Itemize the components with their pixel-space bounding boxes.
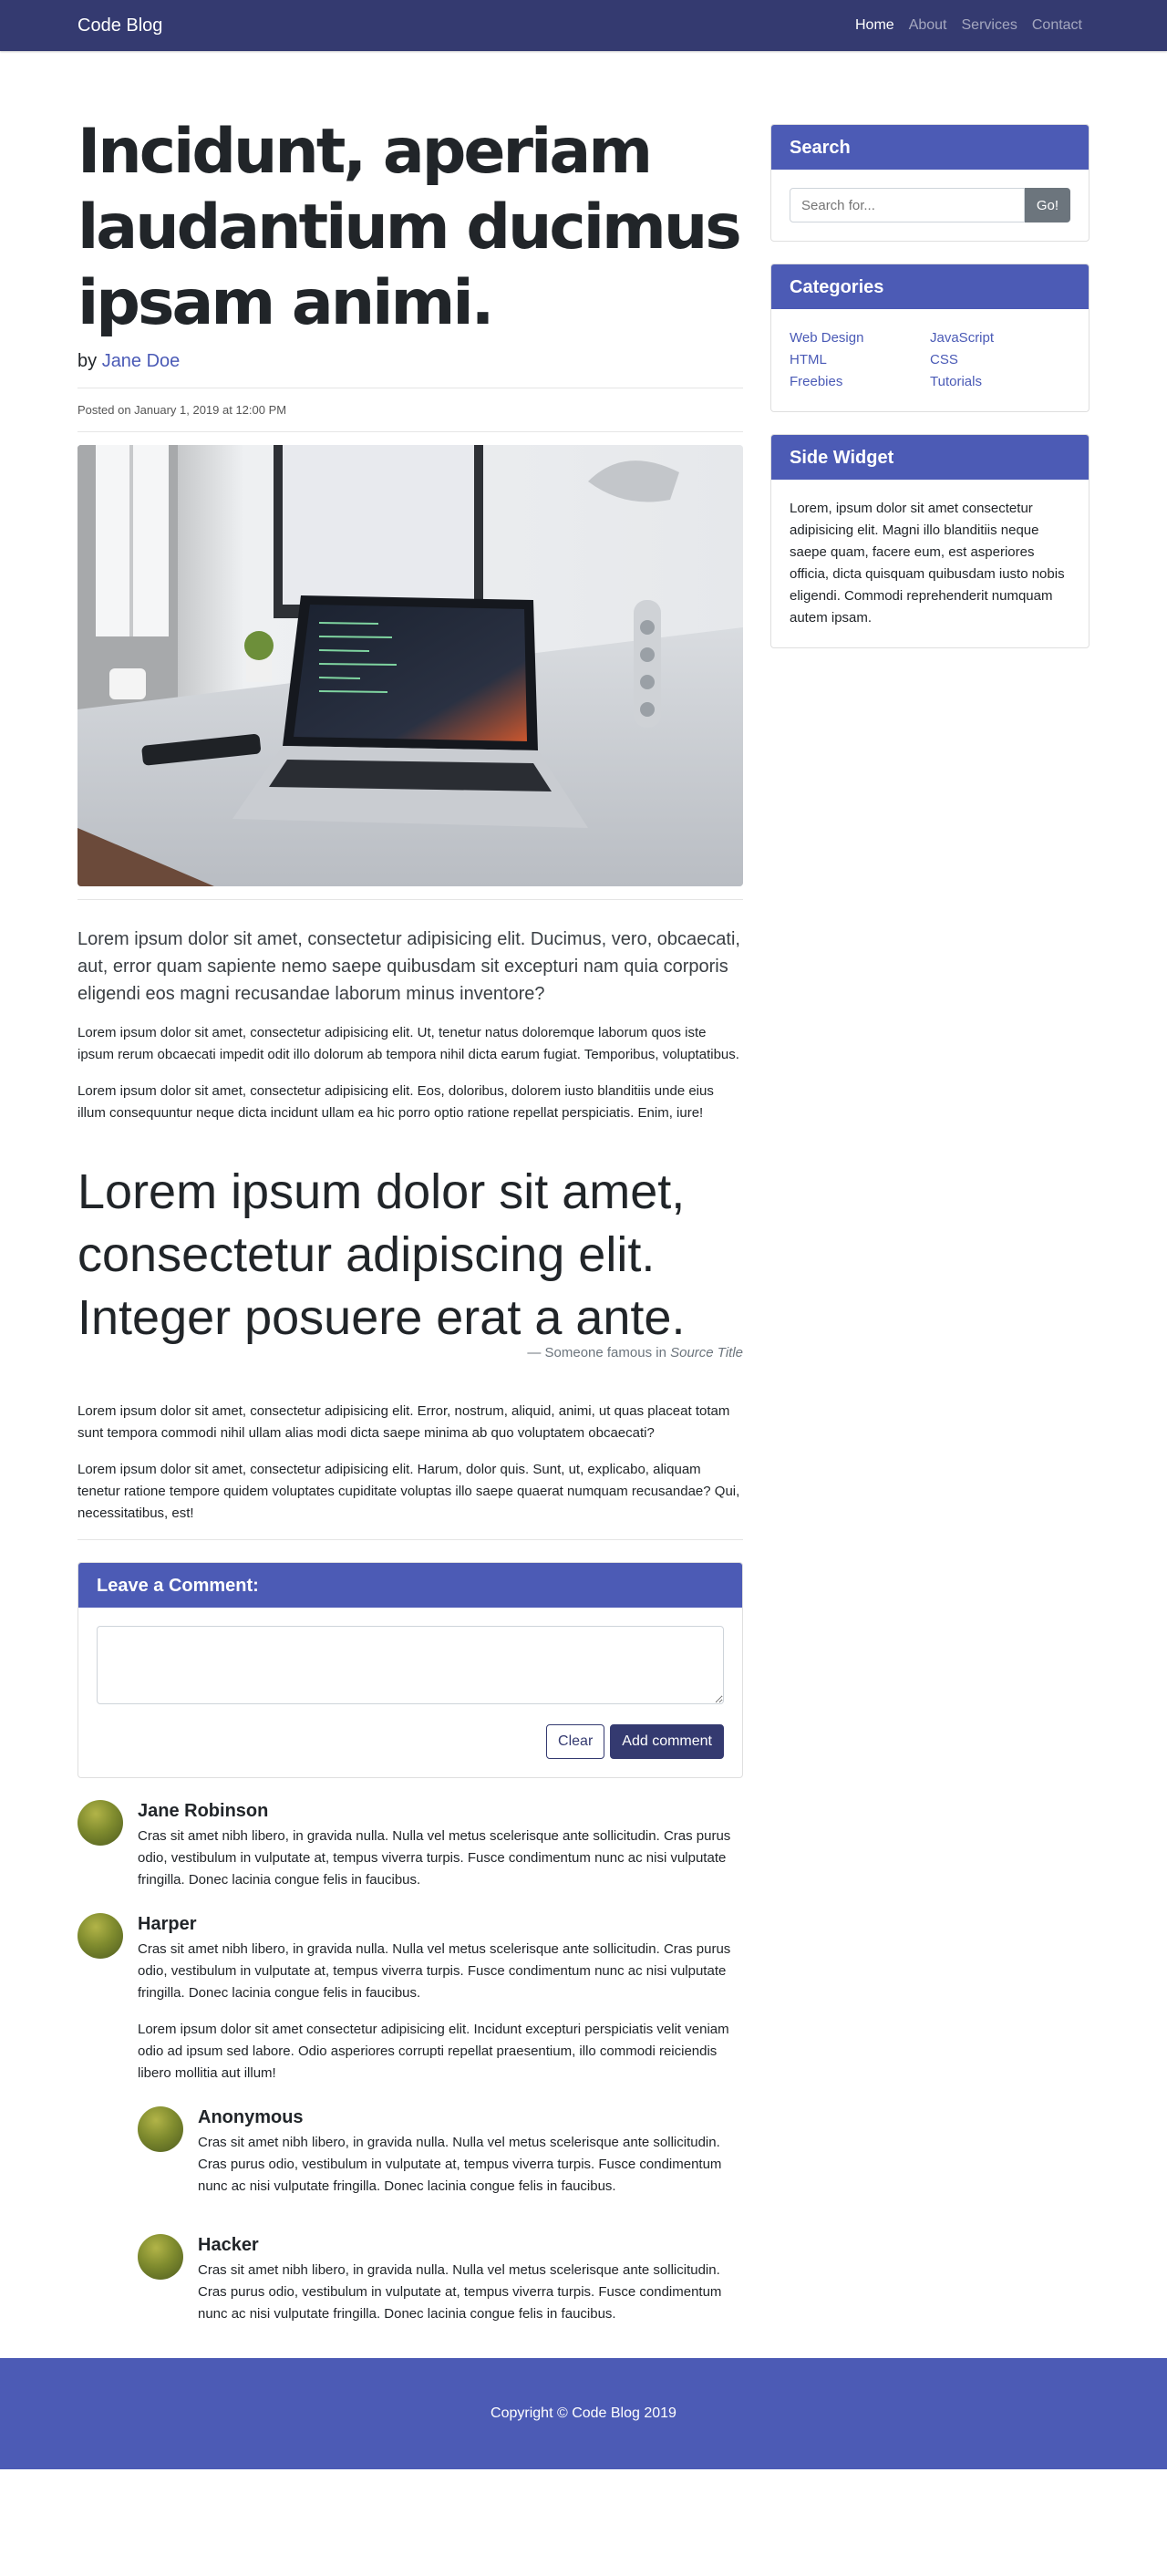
nav-link-home[interactable]: Home: [848, 7, 902, 44]
category-link-web-design[interactable]: Web Design: [790, 330, 863, 346]
author-link[interactable]: Jane Doe: [102, 351, 181, 371]
body-paragraph: Lorem ipsum dolor sit amet, consectetur …: [77, 1402, 730, 1441]
comment-form-title: Leave a Comment:: [78, 1562, 742, 1608]
laptop-desk-photo-icon: [77, 445, 743, 887]
search-widget: Search Go!: [770, 124, 1090, 242]
navbar: Code Blog Home About Services Contact: [0, 0, 1167, 51]
footer: Copyright © Code Blog 2019: [0, 2357, 1167, 2469]
search-button[interactable]: Go!: [1024, 188, 1070, 222]
category-link-freebies[interactable]: Freebies: [790, 374, 842, 389]
comment-text: Cras sit amet nibh libero, in gravida nu…: [198, 2134, 722, 2194]
sidebar: Search Go! Categories Web Design HTML Fr…: [770, 73, 1090, 2325]
copyright-text: Copyright © Code Blog 2019: [491, 2405, 676, 2421]
body-paragraph: Lorem ipsum dolor sit amet, consectetur …: [77, 1025, 739, 1063]
side-widget-text: Lorem, ipsum dolor sit amet consectetur …: [790, 501, 1065, 626]
post-column: Incidunt, aperiam laudantium ducimus ips…: [77, 73, 743, 2325]
categories-widget: Categories Web Design HTML Freebies Java…: [770, 264, 1090, 412]
nav-link-services[interactable]: Services: [955, 7, 1025, 44]
post-byline: by Jane Doe: [77, 347, 743, 375]
category-link-tutorials[interactable]: Tutorials: [930, 374, 982, 389]
byline-prefix: by: [77, 350, 98, 371]
category-link-html[interactable]: HTML: [790, 352, 827, 367]
body-paragraph: Lorem ipsum dolor sit amet, consectetur …: [77, 1083, 714, 1122]
add-comment-button[interactable]: Add comment: [610, 1723, 724, 1759]
comment-textarea[interactable]: [97, 1625, 724, 1704]
search-widget-title: Search: [771, 125, 1089, 170]
avatar: [138, 2105, 183, 2152]
side-widget: Side Widget Lorem, ipsum dolor sit amet …: [770, 434, 1090, 648]
comment-text: Cras sit amet nibh libero, in gravida nu…: [138, 1827, 731, 1888]
categories-widget-title: Categories: [771, 264, 1089, 309]
quote-source: Source Title: [670, 1345, 743, 1361]
lead-paragraph: Lorem ipsum dolor sit amet, consectetur …: [77, 929, 740, 1005]
comment-text: Cras sit amet nibh libero, in gravida nu…: [138, 1940, 731, 2001]
hero-image: [77, 445, 743, 887]
quote-text: Lorem ipsum dolor sit amet, consectetur …: [77, 1164, 686, 1345]
category-link-css[interactable]: CSS: [930, 352, 958, 367]
blockquote: Lorem ipsum dolor sit amet, consectetur …: [77, 1161, 743, 1363]
nav-link-about[interactable]: About: [902, 7, 955, 44]
reply-comment: Hacker Cras sit amet nibh libero, in gra…: [138, 2233, 743, 2325]
divider: [77, 431, 743, 433]
comment-text: Lorem ipsum dolor sit amet consectetur a…: [138, 2021, 729, 2081]
side-widget-title: Side Widget: [771, 435, 1089, 480]
divider: [77, 1538, 743, 1540]
reply-comment: Anonymous Cras sit amet nibh libero, in …: [138, 2105, 743, 2198]
avatar: [138, 2233, 183, 2280]
page-container: Incidunt, aperiam laudantium ducimus ips…: [77, 51, 1090, 2325]
search-input[interactable]: [790, 188, 1025, 222]
quote-attribution: — Someone famous in: [527, 1345, 666, 1361]
avatar: [77, 1799, 123, 1846]
post-title: Incidunt, aperiam laudantium ducimus ips…: [77, 116, 742, 339]
comment-author: Hacker: [198, 2234, 259, 2255]
body-paragraph: Lorem ipsum dolor sit amet, consectetur …: [77, 1461, 740, 1521]
categories-grid: Web Design HTML Freebies JavaScript CSS …: [790, 327, 1070, 393]
nav-links: Home About Services Contact: [848, 7, 1090, 44]
clear-button[interactable]: Clear: [546, 1723, 605, 1759]
comment: Jane Robinson Cras sit amet nibh libero,…: [77, 1799, 743, 1891]
comment-author: Harper: [138, 1913, 197, 1934]
categories-column: Web Design HTML Freebies: [790, 327, 930, 393]
categories-column: JavaScript CSS Tutorials: [930, 327, 1070, 393]
comment-actions: Clear Add comment: [97, 1723, 724, 1759]
brand-link[interactable]: Code Blog: [77, 12, 162, 39]
nav-link-contact[interactable]: Contact: [1025, 7, 1090, 44]
avatar: [77, 1912, 123, 1959]
search-row: Go!: [790, 188, 1070, 222]
comment: Harper Cras sit amet nibh libero, in gra…: [77, 1912, 743, 2325]
post-date: Posted on January 1, 2019 at 12:00 PM: [77, 402, 287, 417]
comment-author: Anonymous: [198, 2106, 304, 2127]
comment-author: Jane Robinson: [138, 1800, 269, 1821]
comment-text: Cras sit amet nibh libero, in gravida nu…: [198, 2261, 722, 2322]
comment-form-card: Leave a Comment: Clear Add comment: [77, 1561, 743, 1778]
divider: [77, 899, 743, 901]
category-link-javascript[interactable]: JavaScript: [930, 330, 994, 346]
